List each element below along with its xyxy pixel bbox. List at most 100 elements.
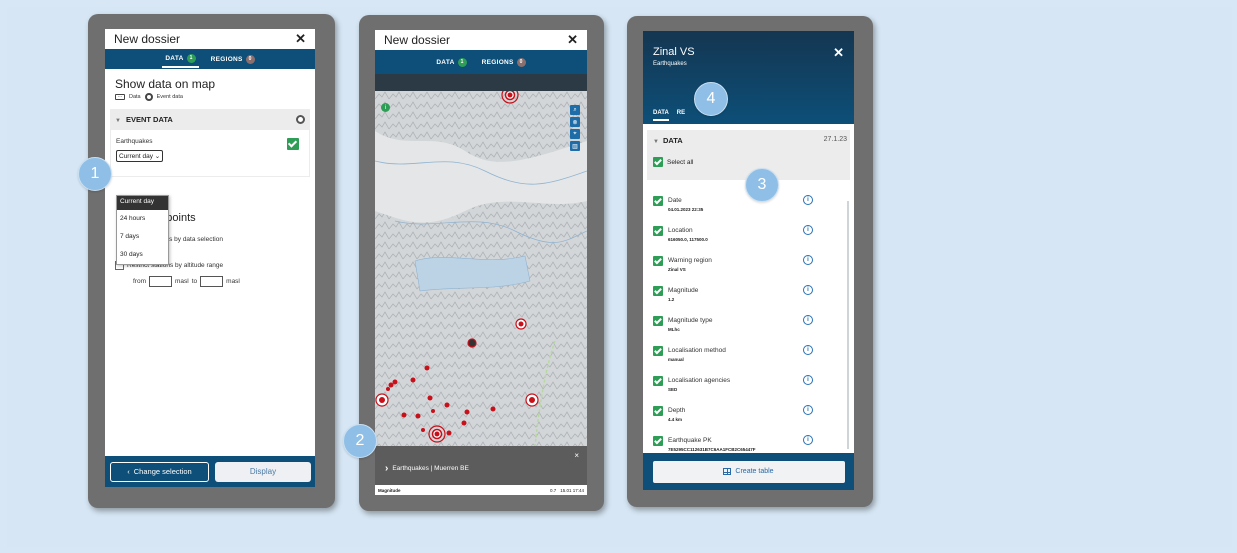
step-marker-2: 2: [343, 424, 377, 458]
tab-regions-label: REGIONS: [210, 55, 243, 63]
step-marker-1: 1: [78, 157, 112, 191]
section-title-row[interactable]: ▼ DATA: [653, 136, 683, 145]
info-icon[interactable]: i: [803, 195, 813, 205]
item-checkbox[interactable]: [653, 376, 663, 386]
tab-data-badge: 1: [186, 53, 196, 63]
item-value: MLhc: [668, 327, 680, 332]
quake-popup: × › Earthquakes | Muerren BE: [375, 446, 587, 485]
row-label: Magnitude: [378, 487, 401, 493]
item-name: Warning region: [668, 257, 712, 264]
item-name: Depth: [668, 407, 686, 414]
header: New dossier ✕: [375, 30, 587, 50]
info-icon[interactable]: i: [803, 375, 813, 385]
quake-marker-large: [428, 425, 446, 443]
list-item: Localisation method manual i: [653, 345, 843, 375]
screen: New dossier ✕ DATA 1 REGIONS 0 Show data…: [105, 29, 315, 487]
details-header: Zinal VS Earthquakes ✕ DATA RE FO: [643, 31, 854, 124]
chevron-down-icon: ⌄: [154, 153, 161, 160]
screen: New dossier ✕ DATA 1 REGIONS 0 ⌕ ⊗ ⌖ ▥ i…: [375, 30, 587, 495]
list-item: Date 04.01.2023 22:35 i: [653, 195, 843, 225]
legend-event-label: Event data: [156, 94, 183, 100]
earthquakes-checkbox[interactable]: [287, 138, 299, 150]
info-icon[interactable]: i: [381, 103, 390, 112]
event-data-section-header[interactable]: ▼ EVENT DATA: [110, 109, 310, 129]
table-icon: [723, 468, 732, 475]
target-icon: [296, 114, 305, 124]
section-date: 27.1.23: [823, 136, 847, 143]
info-icon[interactable]: i: [803, 315, 813, 325]
event-target-icon: [144, 93, 153, 101]
quake-marker-large: [501, 91, 519, 104]
info-icon[interactable]: i: [803, 405, 813, 415]
change-selection-button[interactable]: ‹ Change selection: [110, 461, 209, 482]
item-checkbox[interactable]: [653, 316, 663, 326]
item-name: Localisation agencies: [668, 377, 731, 384]
dropdown-option[interactable]: 24 hours: [117, 210, 168, 228]
tab-regions[interactable]: REGIONS 0: [208, 52, 258, 67]
list-item: Depth 4.4 km i: [653, 405, 843, 435]
info-icon[interactable]: i: [803, 225, 813, 235]
map-view[interactable]: ⌕ ⊗ ⌖ ▥: [375, 91, 587, 446]
item-checkbox[interactable]: [653, 406, 663, 416]
select-value: Current day: [119, 153, 153, 160]
close-icon[interactable]: ✕: [295, 31, 306, 47]
altitude-from-input[interactable]: [149, 276, 172, 287]
tab-data[interactable]: DATA 1: [162, 51, 199, 68]
scrollbar[interactable]: [847, 201, 849, 449]
quake-marker: [375, 393, 389, 407]
item-checkbox[interactable]: [653, 436, 663, 446]
item-checkbox[interactable]: [653, 256, 663, 266]
period-select[interactable]: Current day ⌄: [116, 150, 164, 162]
item-value: Zinal VS: [668, 267, 686, 272]
close-icon[interactable]: ✕: [567, 32, 578, 48]
item-checkbox[interactable]: [653, 286, 663, 296]
item-value: 04.01.2023 22:35: [668, 207, 704, 212]
panel-quake-details: Zinal VS Earthquakes ✕ DATA RE FO ▼DATA …: [627, 16, 873, 507]
item-checkbox[interactable]: [653, 196, 663, 206]
dropdown-option[interactable]: 30 days: [117, 246, 168, 264]
item-value: manual: [668, 357, 684, 362]
change-selection-label: Change selection: [133, 467, 192, 476]
list-item: Magnitude type MLhc i: [653, 315, 843, 345]
item-value: 7E5295CC112631B7C6AA1FCB2C65447F: [668, 447, 756, 452]
info-icon[interactable]: i: [803, 255, 813, 265]
item-checkbox[interactable]: [653, 226, 663, 236]
dropdown-option[interactable]: Current day: [117, 196, 168, 210]
select-all-checkbox[interactable]: [653, 157, 663, 167]
create-table-button[interactable]: Create table: [652, 460, 845, 483]
tab-regions[interactable]: REGIONS 0: [479, 55, 529, 70]
tab-regions-label: REGIONS: [481, 58, 514, 66]
list-item: Warning region Zinal VS i: [653, 255, 843, 285]
earthquakes-row: Earthquakes Current day ⌄: [110, 129, 310, 177]
masl-label: masl: [175, 278, 189, 285]
chevron-down-icon: ▼: [115, 117, 121, 124]
close-icon[interactable]: ✕: [833, 45, 844, 61]
info-icon[interactable]: i: [803, 285, 813, 295]
popup-close-icon[interactable]: ×: [574, 451, 579, 460]
tab-data[interactable]: DATA 1: [433, 55, 469, 70]
popup-data-row: Magnitude 0.7 15.01 17:44: [375, 485, 587, 495]
tab-data[interactable]: DATA: [653, 110, 669, 121]
attribute-list: Date 04.01.2023 22:35 i Location 616050.0, …: [653, 195, 843, 465]
info-icon[interactable]: i: [803, 435, 813, 445]
tab-regions[interactable]: RE: [677, 110, 685, 121]
altitude-to-input[interactable]: [200, 276, 224, 287]
section-title: EVENT DATA: [125, 114, 173, 124]
tab-regions-badge: 0: [516, 57, 526, 67]
header: New dossier ✕: [105, 29, 315, 49]
tab-data-label: DATA: [436, 58, 455, 66]
chevron-left-icon: ‹: [127, 467, 130, 476]
popup-title[interactable]: › Earthquakes | Muerren BE: [385, 463, 469, 474]
dropdown-option[interactable]: 7 days: [117, 228, 168, 246]
info-icon[interactable]: i: [803, 345, 813, 355]
select-all-row[interactable]: Select all: [653, 157, 693, 167]
tab-data-badge: 1: [457, 57, 467, 67]
item-checkbox[interactable]: [653, 346, 663, 356]
tab-regions-badge: 0: [245, 54, 255, 64]
dialog-title: New dossier: [114, 32, 181, 46]
item-name: Magnitude type: [668, 317, 713, 324]
display-button[interactable]: Display: [215, 461, 311, 482]
tab-data-label: DATA: [165, 54, 184, 62]
item-value: 616050.0, 117500.0: [668, 237, 708, 242]
create-table-label: Create table: [735, 468, 774, 475]
